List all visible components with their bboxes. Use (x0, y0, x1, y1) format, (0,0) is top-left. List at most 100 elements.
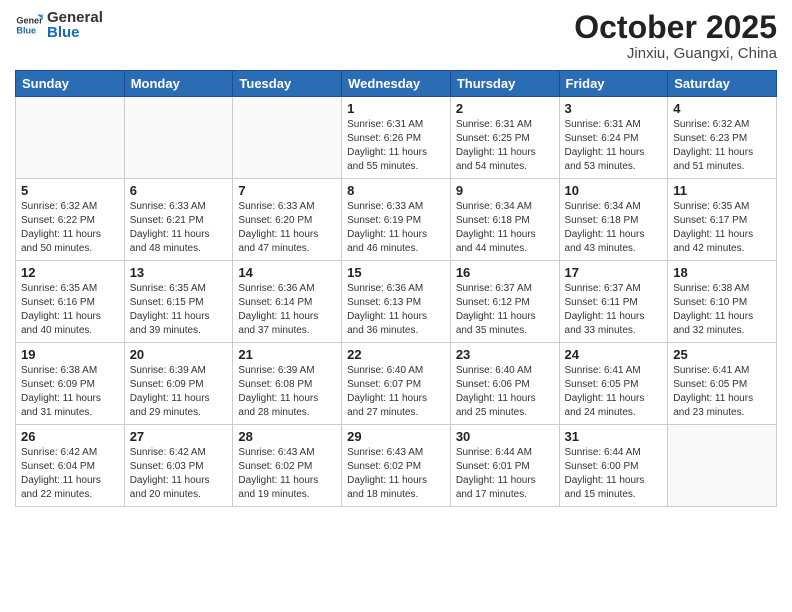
calendar-header-row: Sunday Monday Tuesday Wednesday Thursday… (16, 71, 777, 97)
calendar-cell: 13 Sunrise: 6:35 AM Sunset: 6:15 PM Dayli… (124, 261, 233, 343)
col-tuesday: Tuesday (233, 71, 342, 97)
calendar-cell (124, 97, 233, 179)
calendar-week-row: 1 Sunrise: 6:31 AM Sunset: 6:26 PM Daylig… (16, 97, 777, 179)
calendar-cell: 11 Sunrise: 6:35 AM Sunset: 6:17 PM Dayli… (668, 179, 777, 261)
day-info: Sunrise: 6:41 AM Sunset: 6:05 PM Dayligh… (673, 364, 771, 420)
calendar-cell: 9 Sunrise: 6:34 AM Sunset: 6:18 PM Daylig… (450, 179, 559, 261)
day-info: Sunrise: 6:43 AM Sunset: 6:02 PM Dayligh… (238, 446, 336, 502)
day-number: 10 (565, 183, 663, 198)
day-number: 31 (565, 429, 663, 444)
day-info: Sunrise: 6:33 AM Sunset: 6:21 PM Dayligh… (130, 200, 228, 256)
logo-general-text: General (47, 10, 103, 25)
day-info: Sunrise: 6:35 AM Sunset: 6:15 PM Dayligh… (130, 282, 228, 338)
calendar-cell: 15 Sunrise: 6:36 AM Sunset: 6:13 PM Dayli… (342, 261, 451, 343)
generalblue-logo-icon: General Blue (15, 11, 43, 39)
calendar-cell: 26 Sunrise: 6:42 AM Sunset: 6:04 PM Dayli… (16, 425, 125, 507)
day-number: 21 (238, 347, 336, 362)
day-info: Sunrise: 6:42 AM Sunset: 6:03 PM Dayligh… (130, 446, 228, 502)
page: General Blue General Blue October 2025 J… (0, 0, 792, 612)
calendar-week-row: 12Sunrise: 6:35 AM Sunset: 6:16 PM Dayli… (16, 261, 777, 343)
day-info: Sunrise: 6:32 AM Sunset: 6:22 PM Dayligh… (21, 200, 119, 256)
calendar-cell: 14Sunrise: 6:36 AM Sunset: 6:14 PM Dayli… (233, 261, 342, 343)
day-number: 9 (456, 183, 554, 198)
day-number: 26 (21, 429, 119, 444)
calendar-cell: 1 Sunrise: 6:31 AM Sunset: 6:26 PM Daylig… (342, 97, 451, 179)
calendar-cell: 20 Sunrise: 6:39 AM Sunset: 6:09 PM Dayli… (124, 343, 233, 425)
location: Jinxiu, Guangxi, China (574, 45, 777, 62)
day-number: 16 (456, 265, 554, 280)
day-info: Sunrise: 6:37 AM Sunset: 6:11 PM Dayligh… (565, 282, 663, 338)
day-number: 19 (21, 347, 119, 362)
day-number: 29 (347, 429, 445, 444)
day-number: 20 (130, 347, 228, 362)
calendar-cell: 24 Sunrise: 6:41 AM Sunset: 6:05 PM Dayli… (559, 343, 668, 425)
day-number: 8 (347, 183, 445, 198)
day-number: 1 (347, 101, 445, 116)
logo: General Blue General Blue (15, 10, 103, 40)
day-number: 4 (673, 101, 771, 116)
day-info: Sunrise: 6:38 AM Sunset: 6:10 PM Dayligh… (673, 282, 771, 338)
calendar-cell: 28Sunrise: 6:43 AM Sunset: 6:02 PM Dayli… (233, 425, 342, 507)
calendar-cell: 17Sunrise: 6:37 AM Sunset: 6:11 PM Dayli… (559, 261, 668, 343)
calendar-cell: 30Sunrise: 6:44 AM Sunset: 6:01 PM Dayli… (450, 425, 559, 507)
day-info: Sunrise: 6:37 AM Sunset: 6:12 PM Dayligh… (456, 282, 554, 338)
day-info: Sunrise: 6:31 AM Sunset: 6:26 PM Dayligh… (347, 118, 445, 174)
calendar-cell: 18Sunrise: 6:38 AM Sunset: 6:10 PM Dayli… (668, 261, 777, 343)
calendar-cell (233, 97, 342, 179)
calendar-cell: 12Sunrise: 6:35 AM Sunset: 6:16 PM Dayli… (16, 261, 125, 343)
day-info: Sunrise: 6:40 AM Sunset: 6:06 PM Dayligh… (456, 364, 554, 420)
calendar-cell: 7 Sunrise: 6:33 AM Sunset: 6:20 PM Daylig… (233, 179, 342, 261)
day-number: 11 (673, 183, 771, 198)
day-info: Sunrise: 6:36 AM Sunset: 6:13 PM Dayligh… (347, 282, 445, 338)
day-number: 5 (21, 183, 119, 198)
calendar-cell: 19Sunrise: 6:38 AM Sunset: 6:09 PM Dayli… (16, 343, 125, 425)
day-info: Sunrise: 6:31 AM Sunset: 6:24 PM Dayligh… (565, 118, 663, 174)
day-info: Sunrise: 6:33 AM Sunset: 6:19 PM Dayligh… (347, 200, 445, 256)
calendar-cell: 8 Sunrise: 6:33 AM Sunset: 6:19 PM Daylig… (342, 179, 451, 261)
calendar-cell: 25 Sunrise: 6:41 AM Sunset: 6:05 PM Dayli… (668, 343, 777, 425)
day-number: 7 (238, 183, 336, 198)
day-number: 3 (565, 101, 663, 116)
day-info: Sunrise: 6:39 AM Sunset: 6:08 PM Dayligh… (238, 364, 336, 420)
calendar-cell: 27Sunrise: 6:42 AM Sunset: 6:03 PM Dayli… (124, 425, 233, 507)
day-info: Sunrise: 6:41 AM Sunset: 6:05 PM Dayligh… (565, 364, 663, 420)
calendar-cell: 3 Sunrise: 6:31 AM Sunset: 6:24 PM Daylig… (559, 97, 668, 179)
day-info: Sunrise: 6:35 AM Sunset: 6:17 PM Dayligh… (673, 200, 771, 256)
day-info: Sunrise: 6:34 AM Sunset: 6:18 PM Dayligh… (456, 200, 554, 256)
day-number: 2 (456, 101, 554, 116)
logo-blue-text: Blue (47, 25, 103, 40)
day-info: Sunrise: 6:35 AM Sunset: 6:16 PM Dayligh… (21, 282, 119, 338)
col-sunday: Sunday (16, 71, 125, 97)
day-number: 13 (130, 265, 228, 280)
calendar-cell (16, 97, 125, 179)
calendar-cell: 5 Sunrise: 6:32 AM Sunset: 6:22 PM Daylig… (16, 179, 125, 261)
calendar-cell: 22Sunrise: 6:40 AM Sunset: 6:07 PM Dayli… (342, 343, 451, 425)
calendar-week-row: 19Sunrise: 6:38 AM Sunset: 6:09 PM Dayli… (16, 343, 777, 425)
day-number: 24 (565, 347, 663, 362)
calendar-cell: 31Sunrise: 6:44 AM Sunset: 6:00 PM Dayli… (559, 425, 668, 507)
day-info: Sunrise: 6:44 AM Sunset: 6:01 PM Dayligh… (456, 446, 554, 502)
day-number: 25 (673, 347, 771, 362)
day-number: 23 (456, 347, 554, 362)
title-block: October 2025 Jinxiu, Guangxi, China (574, 10, 777, 62)
day-number: 15 (347, 265, 445, 280)
day-info: Sunrise: 6:34 AM Sunset: 6:18 PM Dayligh… (565, 200, 663, 256)
svg-text:General: General (16, 16, 43, 26)
col-monday: Monday (124, 71, 233, 97)
calendar-cell: 16 Sunrise: 6:37 AM Sunset: 6:12 PM Dayli… (450, 261, 559, 343)
calendar-cell: 23 Sunrise: 6:40 AM Sunset: 6:06 PM Dayli… (450, 343, 559, 425)
day-info: Sunrise: 6:33 AM Sunset: 6:20 PM Dayligh… (238, 200, 336, 256)
svg-text:Blue: Blue (16, 25, 36, 35)
day-info: Sunrise: 6:32 AM Sunset: 6:23 PM Dayligh… (673, 118, 771, 174)
day-info: Sunrise: 6:42 AM Sunset: 6:04 PM Dayligh… (21, 446, 119, 502)
calendar-table: Sunday Monday Tuesday Wednesday Thursday… (15, 70, 777, 507)
day-info: Sunrise: 6:39 AM Sunset: 6:09 PM Dayligh… (130, 364, 228, 420)
day-number: 6 (130, 183, 228, 198)
day-info: Sunrise: 6:43 AM Sunset: 6:02 PM Dayligh… (347, 446, 445, 502)
calendar-cell: 21 Sunrise: 6:39 AM Sunset: 6:08 PM Dayli… (233, 343, 342, 425)
day-info: Sunrise: 6:36 AM Sunset: 6:14 PM Dayligh… (238, 282, 336, 338)
calendar-cell (668, 425, 777, 507)
calendar-cell: 6 Sunrise: 6:33 AM Sunset: 6:21 PM Daylig… (124, 179, 233, 261)
calendar-cell: 29 Sunrise: 6:43 AM Sunset: 6:02 PM Dayli… (342, 425, 451, 507)
col-saturday: Saturday (668, 71, 777, 97)
